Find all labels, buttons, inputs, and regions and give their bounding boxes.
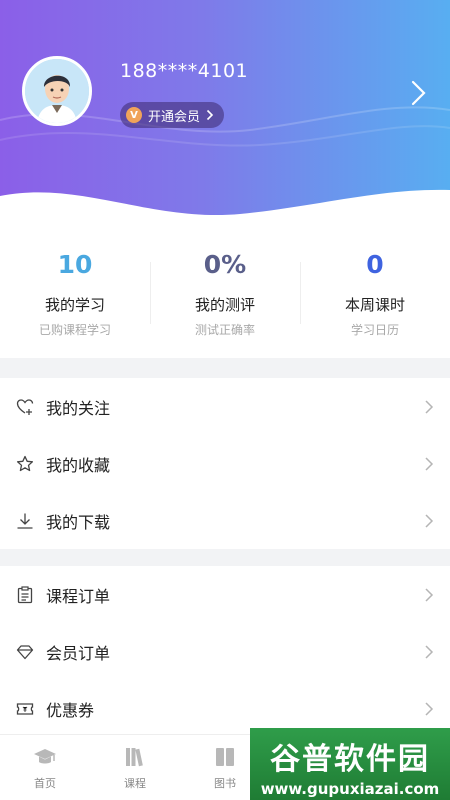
stat-subtitle: 学习日历 (350, 323, 399, 337)
tab-courses[interactable]: 课程 (90, 735, 180, 800)
clipboard-icon (17, 585, 33, 603)
stat-my-study[interactable]: 10 我的学习 已购课程学习 (0, 232, 150, 358)
menu-item-label: 我的收藏 (46, 455, 111, 475)
menu-item-downloads[interactable]: 我的下载 (0, 492, 450, 549)
book-stack-icon (216, 748, 234, 766)
heart-plus-icon (16, 398, 34, 415)
chevron-right-icon (425, 701, 434, 716)
stat-subtitle: 测试正确率 (194, 323, 255, 337)
books-icon (126, 748, 143, 767)
star-icon (16, 455, 34, 471)
profile-chevron-right-icon[interactable] (408, 78, 430, 108)
stat-my-evaluation[interactable]: 0% 我的测评 测试正确率 (150, 232, 300, 358)
chevron-right-icon (425, 587, 434, 602)
avatar[interactable] (22, 56, 92, 126)
stat-title: 本周课时 (344, 296, 405, 314)
watermark-url: www.gupuxiazai.com (260, 780, 440, 798)
menu-item-course-orders[interactable]: 课程订单 (0, 566, 450, 623)
menu-item-follow[interactable]: 我的关注 (0, 378, 450, 435)
stat-title: 我的测评 (194, 296, 255, 314)
avatar-illustration (25, 59, 89, 123)
vip-label: 开通会员 (148, 109, 201, 125)
menu-group-personal: 我的关注 我的收藏 我的下载 (0, 378, 450, 549)
menu-item-label: 优惠券 (46, 700, 95, 720)
stat-value: 0% (203, 250, 247, 279)
stat-weekly-hours[interactable]: 0 本周课时 学习日历 (300, 232, 450, 358)
coupon-icon (16, 702, 34, 715)
graduation-cap-icon (34, 749, 56, 764)
tab-label: 课程 (124, 777, 146, 790)
chevron-right-icon (425, 644, 434, 659)
stat-title: 我的学习 (44, 296, 105, 314)
stats-panel: 10 我的学习 已购课程学习 0% 我的测评 测试正确率 0 本周课时 学习日历 (0, 232, 450, 358)
stat-value: 0 (366, 250, 384, 279)
stat-subtitle: 已购课程学习 (38, 323, 111, 337)
watermark-title: 谷普软件园 (270, 742, 430, 777)
chevron-right-icon (425, 456, 434, 471)
menu-item-label: 我的下载 (46, 512, 111, 532)
site-watermark: 谷普软件园 www.gupuxiazai.com (250, 728, 450, 800)
profile-header: 188****4101 V 开通会员 (0, 0, 450, 240)
tab-home[interactable]: 首页 (0, 735, 90, 800)
menu-item-vip-orders[interactable]: 会员订单 (0, 623, 450, 680)
open-vip-button[interactable]: V 开通会员 (120, 102, 225, 128)
chevron-right-icon (206, 109, 214, 121)
menu-item-label: 会员订单 (46, 643, 111, 663)
menu-item-label: 我的关注 (46, 398, 111, 418)
menu-item-label: 课程订单 (46, 586, 111, 606)
download-icon (17, 513, 33, 529)
vip-badge-icon: V (126, 107, 142, 123)
tab-label: 首页 (34, 777, 56, 790)
menu-item-favorites[interactable]: 我的收藏 (0, 435, 450, 492)
menu-group-orders: 课程订单 会员订单 优惠券 (0, 566, 450, 737)
diamond-icon (16, 644, 34, 659)
chevron-right-icon (425, 399, 434, 414)
chevron-right-icon (425, 513, 434, 528)
user-phone: 188****4101 (120, 60, 249, 82)
stat-value: 10 (57, 250, 93, 279)
